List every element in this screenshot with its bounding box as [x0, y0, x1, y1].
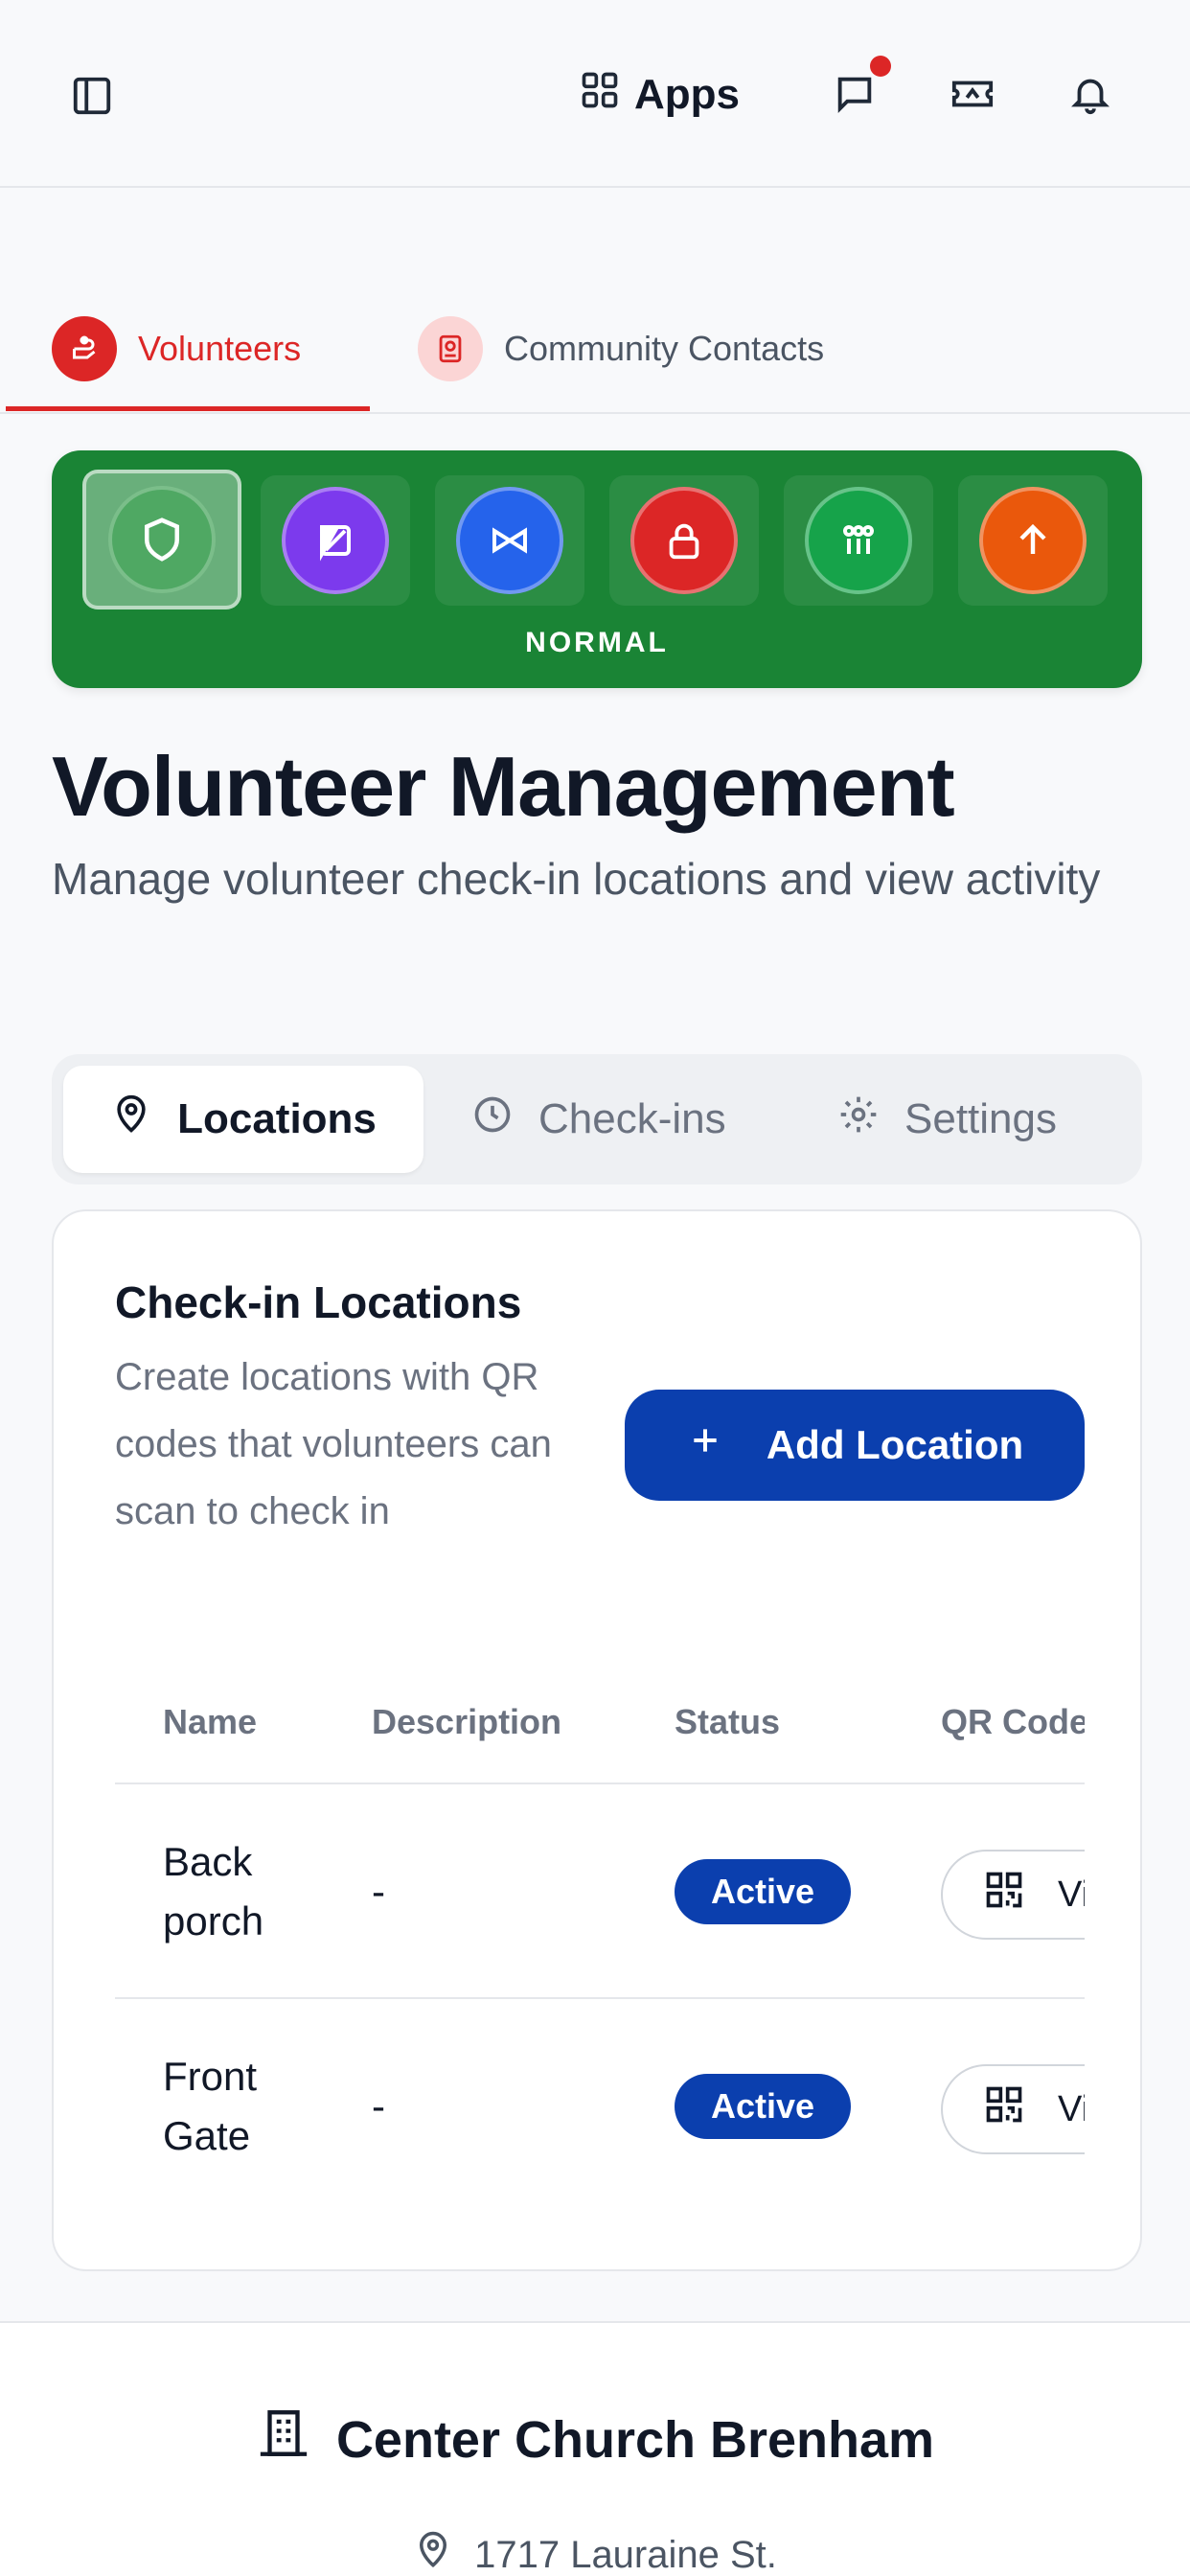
status-label: NORMAL — [525, 627, 669, 658]
column-header-name: Name — [163, 1702, 258, 1741]
add-location-label: Add Location — [766, 1422, 1024, 1467]
half-square-icon — [282, 487, 389, 594]
people-icon — [805, 487, 912, 594]
top-bar: Apps — [0, 0, 1190, 188]
check-in-locations-card: Check-in Locations Create locations with… — [52, 1209, 1142, 2271]
status-badge: Active — [675, 2074, 851, 2139]
tab-locations-label: Locations — [177, 1095, 377, 1142]
clock-icon — [471, 1093, 514, 1146]
arrow-up-icon — [979, 487, 1087, 594]
status-mode-5[interactable] — [784, 475, 933, 606]
ticket-icon[interactable] — [947, 69, 998, 119]
notification-dot — [870, 56, 891, 77]
status-badge: Active — [675, 1859, 851, 1924]
lock-icon — [630, 487, 738, 594]
grid-icon — [579, 69, 621, 122]
tab-settings-label: Settings — [904, 1095, 1057, 1142]
locations-table: Name Description Status QR Code Back por… — [115, 1662, 1085, 2237]
tab-community-contacts-label: Community Contacts — [504, 329, 825, 368]
page-title: Volunteer Management — [52, 739, 955, 834]
tab-check-ins-label: Check-ins — [538, 1095, 726, 1142]
chat-icon[interactable] — [830, 69, 880, 119]
status-mode-normal[interactable] — [82, 470, 241, 610]
tab-locations[interactable]: Locations — [63, 1066, 423, 1173]
map-pin-icon — [110, 1093, 152, 1146]
tab-community-contacts[interactable]: Community Contacts — [418, 310, 824, 387]
card-description: Create locations with QR codes that volu… — [115, 1356, 552, 1532]
view-qr-button[interactable]: View — [941, 2064, 1085, 2154]
location-name: Front Gate — [163, 2054, 258, 2158]
status-mode-6[interactable] — [958, 475, 1108, 606]
location-description: - — [372, 1869, 385, 1914]
module-tabs: Volunteers Community Contacts — [0, 288, 1190, 414]
status-mode-4[interactable] — [609, 475, 759, 606]
section-tabs: Locations Check-ins Settings — [52, 1054, 1142, 1184]
active-tab-indicator — [6, 406, 370, 411]
tab-check-ins[interactable]: Check-ins — [471, 1066, 726, 1173]
plus-icon — [686, 1421, 724, 1469]
page-subtitle: Manage volunteer check-in locations and … — [52, 854, 1101, 904]
organization-footer: Center Church Brenham 1717 Lauraine St. — [0, 2321, 1190, 2576]
add-location-button[interactable]: Add Location — [625, 1390, 1085, 1501]
contact-badge-icon — [418, 316, 483, 381]
map-pin-icon — [413, 2530, 453, 2576]
organization-name-text: Center Church Brenham — [335, 2410, 935, 2469]
table-row: Front Gate - Active View — [115, 1997, 1085, 2212]
tab-volunteers[interactable]: Volunteers — [52, 310, 301, 387]
qr-code-icon — [983, 1869, 1025, 1920]
qr-code-icon — [983, 2083, 1025, 2135]
apps-label: Apps — [634, 71, 740, 118]
building-icon — [256, 2405, 311, 2473]
tab-volunteers-label: Volunteers — [138, 329, 302, 368]
column-header-qr-code: QR Code — [941, 1702, 1085, 1741]
location-description: - — [372, 2083, 385, 2128]
status-mode-3[interactable] — [435, 475, 584, 606]
alert-status-banner: NORMAL — [52, 450, 1142, 688]
apps-button[interactable]: Apps — [579, 63, 740, 126]
location-name: Back porch — [163, 1839, 264, 1944]
view-qr-button[interactable]: View — [941, 1850, 1085, 1940]
status-mode-2[interactable] — [261, 475, 410, 606]
tab-settings[interactable]: Settings — [837, 1066, 1057, 1173]
organization-address: 1717 Lauraine St. — [0, 2530, 1190, 2576]
volunteer-hand-icon — [52, 316, 117, 381]
card-title: Check-in Locations — [115, 1277, 522, 1327]
bowtie-icon — [456, 487, 563, 594]
table-row: Back porch - Active View — [115, 1782, 1085, 1997]
organization-name: Center Church Brenham — [0, 2405, 1190, 2473]
bell-icon[interactable] — [1065, 69, 1115, 119]
column-header-description: Description — [372, 1702, 562, 1741]
gear-icon — [837, 1093, 880, 1146]
view-qr-label: View — [1058, 2088, 1085, 2129]
sidebar-toggle-icon[interactable] — [67, 71, 117, 121]
organization-address-text: 1717 Lauraine St. — [474, 2533, 777, 2576]
column-header-status: Status — [675, 1702, 781, 1741]
shield-icon — [108, 486, 216, 593]
view-qr-label: View — [1058, 1874, 1085, 1915]
